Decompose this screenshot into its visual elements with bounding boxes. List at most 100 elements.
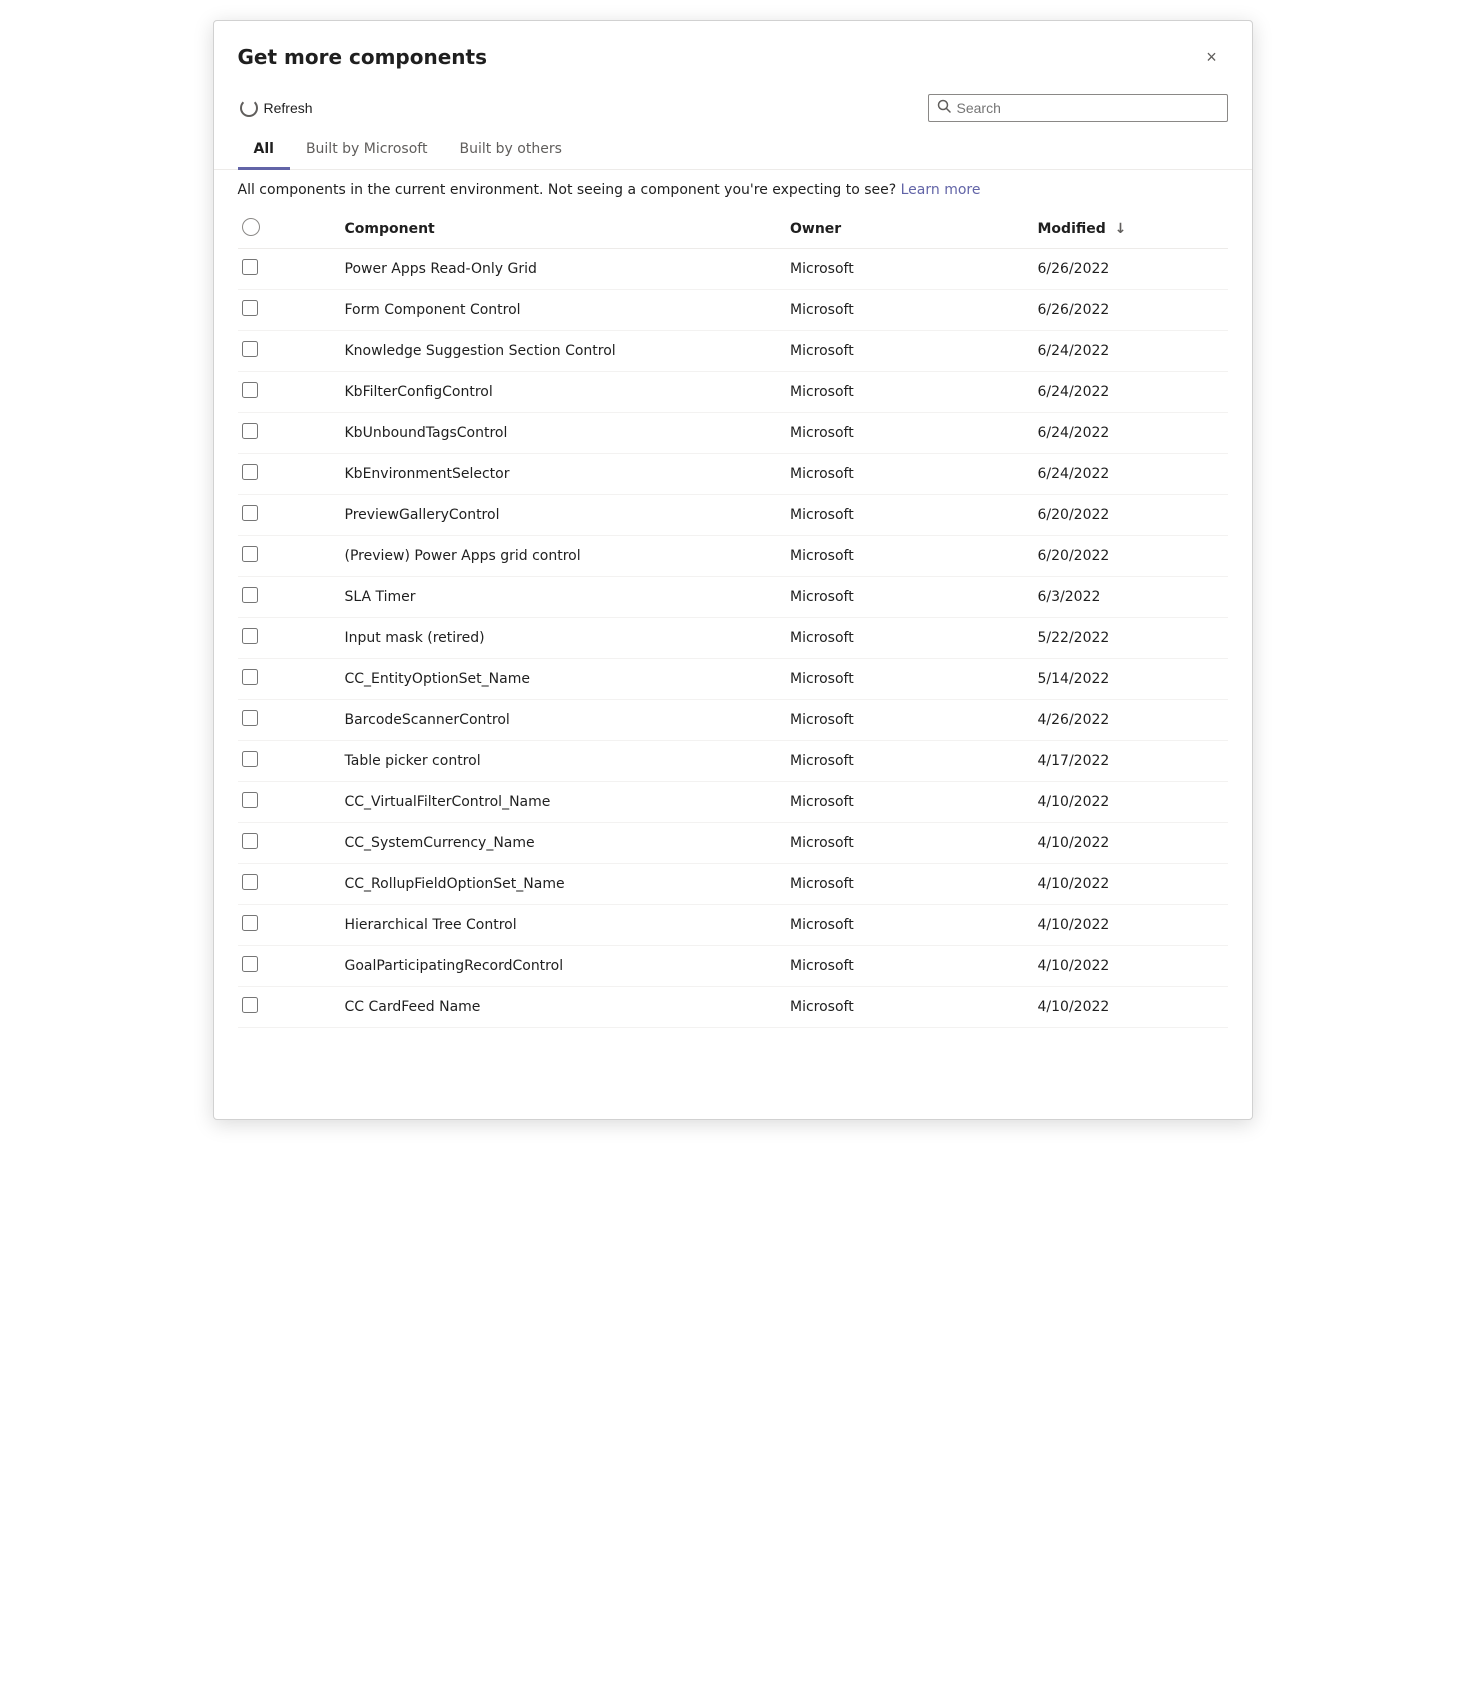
row-modified-date: 4/10/2022 xyxy=(1030,905,1228,946)
tab-all[interactable]: All xyxy=(238,131,290,170)
header-owner[interactable]: Owner xyxy=(782,210,1030,249)
info-bar: All components in the current environmen… xyxy=(214,170,1252,210)
row-modified-date: 6/20/2022 xyxy=(1030,536,1228,577)
row-checkbox-cell xyxy=(238,413,337,454)
row-checkbox[interactable] xyxy=(242,833,258,849)
row-checkbox[interactable] xyxy=(242,259,258,275)
row-checkbox[interactable] xyxy=(242,546,258,562)
row-checkbox-cell xyxy=(238,618,337,659)
row-component-name: KbEnvironmentSelector xyxy=(337,454,783,495)
row-checkbox[interactable] xyxy=(242,300,258,316)
refresh-icon xyxy=(240,99,258,117)
row-checkbox-cell xyxy=(238,659,337,700)
get-more-components-dialog: Get more components × Refresh All Built … xyxy=(213,20,1253,1120)
row-owner: Microsoft xyxy=(782,249,1030,290)
row-owner: Microsoft xyxy=(782,700,1030,741)
row-checkbox[interactable] xyxy=(242,792,258,808)
row-checkbox[interactable] xyxy=(242,997,258,1013)
row-checkbox[interactable] xyxy=(242,382,258,398)
row-checkbox-cell xyxy=(238,864,337,905)
row-owner: Microsoft xyxy=(782,454,1030,495)
row-owner: Microsoft xyxy=(782,413,1030,454)
row-modified-date: 6/26/2022 xyxy=(1030,249,1228,290)
row-modified-date: 4/10/2022 xyxy=(1030,946,1228,987)
header-checkbox-col xyxy=(238,210,337,249)
row-component-name: Table picker control xyxy=(337,741,783,782)
row-modified-date: 5/22/2022 xyxy=(1030,618,1228,659)
row-checkbox[interactable] xyxy=(242,956,258,972)
row-checkbox[interactable] xyxy=(242,587,258,603)
table-row: CC CardFeed NameMicrosoft4/10/2022 xyxy=(238,987,1228,1028)
table-row: Form Component ControlMicrosoft6/26/2022 xyxy=(238,290,1228,331)
row-checkbox[interactable] xyxy=(242,505,258,521)
row-component-name: KbUnboundTagsControl xyxy=(337,413,783,454)
row-owner: Microsoft xyxy=(782,577,1030,618)
search-input[interactable] xyxy=(957,100,1219,116)
row-owner: Microsoft xyxy=(782,495,1030,536)
close-button[interactable]: × xyxy=(1196,41,1228,73)
row-checkbox-cell xyxy=(238,249,337,290)
tab-built-by-others[interactable]: Built by others xyxy=(443,131,577,170)
table-row: GoalParticipatingRecordControlMicrosoft4… xyxy=(238,946,1228,987)
close-icon: × xyxy=(1206,47,1217,68)
select-all-checkbox[interactable] xyxy=(242,218,260,236)
row-component-name: CC_VirtualFilterControl_Name xyxy=(337,782,783,823)
dialog-header: Get more components × xyxy=(214,21,1252,85)
row-checkbox-cell xyxy=(238,331,337,372)
row-owner: Microsoft xyxy=(782,331,1030,372)
table-row: (Preview) Power Apps grid controlMicroso… xyxy=(238,536,1228,577)
table-row: KbEnvironmentSelectorMicrosoft6/24/2022 xyxy=(238,454,1228,495)
row-checkbox-cell xyxy=(238,987,337,1028)
row-modified-date: 4/10/2022 xyxy=(1030,782,1228,823)
search-box xyxy=(928,94,1228,122)
row-checkbox[interactable] xyxy=(242,628,258,644)
row-modified-date: 6/24/2022 xyxy=(1030,331,1228,372)
row-owner: Microsoft xyxy=(782,618,1030,659)
row-checkbox[interactable] xyxy=(242,915,258,931)
row-checkbox[interactable] xyxy=(242,341,258,357)
sort-descending-icon: ↓ xyxy=(1115,221,1127,237)
learn-more-link[interactable]: Learn more xyxy=(901,182,981,198)
table-row: Hierarchical Tree ControlMicrosoft4/10/2… xyxy=(238,905,1228,946)
row-modified-date: 6/3/2022 xyxy=(1030,577,1228,618)
row-owner: Microsoft xyxy=(782,823,1030,864)
row-component-name: (Preview) Power Apps grid control xyxy=(337,536,783,577)
row-component-name: CC_EntityOptionSet_Name xyxy=(337,659,783,700)
table-row: Table picker controlMicrosoft4/17/2022 xyxy=(238,741,1228,782)
row-checkbox-cell xyxy=(238,741,337,782)
table-row: Input mask (retired)Microsoft5/22/2022 xyxy=(238,618,1228,659)
table-row: Power Apps Read-Only GridMicrosoft6/26/2… xyxy=(238,249,1228,290)
row-component-name: Input mask (retired) xyxy=(337,618,783,659)
row-checkbox[interactable] xyxy=(242,874,258,890)
row-component-name: KbFilterConfigControl xyxy=(337,372,783,413)
row-owner: Microsoft xyxy=(782,905,1030,946)
header-component[interactable]: Component xyxy=(337,210,783,249)
row-checkbox[interactable] xyxy=(242,464,258,480)
header-modified[interactable]: Modified ↓ xyxy=(1030,210,1228,249)
row-component-name: GoalParticipatingRecordControl xyxy=(337,946,783,987)
row-owner: Microsoft xyxy=(782,372,1030,413)
row-checkbox[interactable] xyxy=(242,710,258,726)
row-component-name: SLA Timer xyxy=(337,577,783,618)
table-row: BarcodeScannerControlMicrosoft4/26/2022 xyxy=(238,700,1228,741)
table-row: SLA TimerMicrosoft6/3/2022 xyxy=(238,577,1228,618)
row-owner: Microsoft xyxy=(782,946,1030,987)
search-icon xyxy=(937,99,951,117)
row-component-name: Form Component Control xyxy=(337,290,783,331)
dialog-title: Get more components xyxy=(238,45,487,69)
row-checkbox[interactable] xyxy=(242,669,258,685)
row-checkbox-cell xyxy=(238,823,337,864)
row-checkbox-cell xyxy=(238,782,337,823)
row-checkbox[interactable] xyxy=(242,423,258,439)
row-modified-date: 6/20/2022 xyxy=(1030,495,1228,536)
row-owner: Microsoft xyxy=(782,987,1030,1028)
row-checkbox-cell xyxy=(238,454,337,495)
row-checkbox[interactable] xyxy=(242,751,258,767)
components-table: Component Owner Modified ↓ Power Apps Re… xyxy=(238,210,1228,1028)
row-modified-date: 4/26/2022 xyxy=(1030,700,1228,741)
tab-built-by-microsoft[interactable]: Built by Microsoft xyxy=(290,131,444,170)
refresh-button[interactable]: Refresh xyxy=(230,93,323,123)
row-owner: Microsoft xyxy=(782,782,1030,823)
table-row: KbFilterConfigControlMicrosoft6/24/2022 xyxy=(238,372,1228,413)
row-modified-date: 4/17/2022 xyxy=(1030,741,1228,782)
